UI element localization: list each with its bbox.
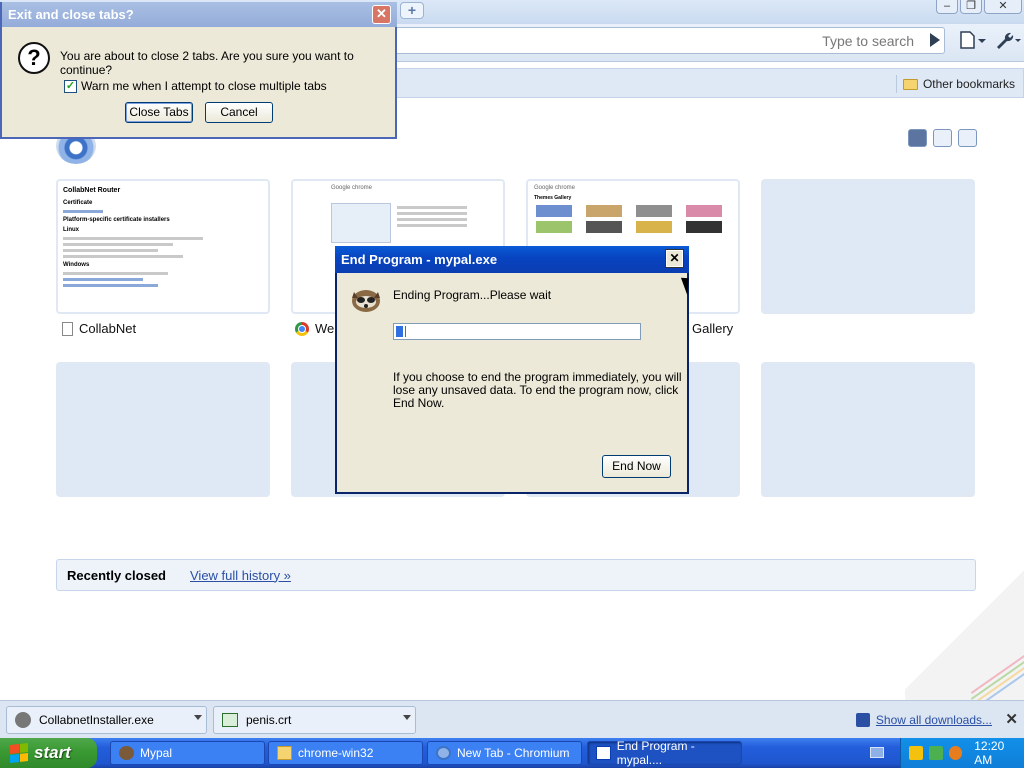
system-tray: 12:20 AM xyxy=(900,738,1024,768)
chevron-down-icon[interactable] xyxy=(194,715,202,720)
most-visited-tile-5[interactable] xyxy=(56,362,270,497)
tile-title-label: Gallery xyxy=(692,321,734,336)
end-program-dialog: End Program - mypal.exe ✕ Ending Program… xyxy=(335,246,689,494)
checkbox[interactable]: ✓ xyxy=(64,79,77,93)
task-label: New Tab - Chromium xyxy=(457,746,570,760)
folder-icon xyxy=(277,746,292,760)
warning-text: If you choose to end the program immedia… xyxy=(393,370,682,410)
warn-multiple-tabs-checkbox[interactable]: ✓ Warn me when I attempt to close multip… xyxy=(64,79,327,93)
tile-title-label: We xyxy=(315,321,335,336)
question-icon: ? xyxy=(18,42,50,74)
cancel-button[interactable]: Cancel xyxy=(205,102,273,123)
thumb-sub: Themes Gallery xyxy=(534,195,572,201)
window-icon xyxy=(596,746,611,760)
clock: 12:20 AM xyxy=(974,739,1005,767)
new-tab-button[interactable]: + xyxy=(400,2,424,19)
folder-icon xyxy=(902,78,918,90)
search-icon[interactable] xyxy=(948,746,963,760)
thumb-brand: Google chrome xyxy=(331,185,373,191)
other-bookmarks-label: Other bookmarks xyxy=(922,77,1015,91)
thumb-sub: Certificate xyxy=(63,200,93,206)
taskbar-item-chrome-win32[interactable]: chrome-win32 xyxy=(268,741,423,765)
tile-title-1[interactable]: CollabNet xyxy=(62,321,136,336)
taskbar: start Mypal chrome-win32 New Tab - Chrom… xyxy=(0,738,1024,768)
chromium-icon xyxy=(436,746,451,760)
task-label: Mypal xyxy=(140,746,173,760)
dialog-title: Exit and close tabs? xyxy=(2,2,397,27)
tile-title-label: CollabNet xyxy=(79,321,137,336)
thumb-sub: Windows xyxy=(63,262,90,268)
exe-icon xyxy=(15,712,31,728)
wrench-menu-icon[interactable] xyxy=(993,30,1023,50)
download-icon xyxy=(855,713,870,727)
tile-title-2[interactable]: We xyxy=(295,321,334,336)
page-menu-icon[interactable] xyxy=(957,30,987,50)
download-item-2[interactable]: penis.crt xyxy=(213,706,416,734)
omnibox[interactable]: Type to search xyxy=(390,27,945,54)
other-bookmarks-button[interactable]: Other bookmarks xyxy=(895,75,1015,93)
thumb-sub: Platform-specific certificate installers xyxy=(63,217,170,223)
taskbar-item-mypal[interactable]: Mypal xyxy=(110,741,265,765)
options-menu-icon[interactable] xyxy=(958,129,977,147)
progress-bar xyxy=(393,323,641,340)
progress-fill xyxy=(396,326,406,337)
end-now-button[interactable]: End Now xyxy=(602,455,671,478)
most-visited-tile-4[interactable] xyxy=(761,179,975,314)
certificate-icon xyxy=(222,713,238,727)
dialog-message: You are about to close 2 tabs. Are you s… xyxy=(60,49,354,77)
recently-closed-title: Recently closed xyxy=(67,567,166,583)
chrome-favicon-icon xyxy=(295,321,309,336)
exit-close-tabs-dialog: Exit and close tabs? ✕ ? You are about t… xyxy=(0,2,397,139)
raccoon-icon xyxy=(352,290,380,312)
close-downloads-bar-icon[interactable]: ✕ xyxy=(1005,710,1018,728)
list-view-icon[interactable] xyxy=(933,129,952,147)
most-visited-tile-8[interactable] xyxy=(761,362,975,497)
thumbnail-view-icon[interactable] xyxy=(908,129,927,147)
start-button[interactable]: start xyxy=(0,738,97,768)
downloads-bar: CollabnetInstaller.exe penis.crt Show al… xyxy=(0,700,1024,738)
keyboard-icon[interactable] xyxy=(870,747,884,758)
close-window-button[interactable]: ✕ xyxy=(984,0,1022,14)
download-filename: penis.crt xyxy=(246,713,292,727)
network-icon[interactable] xyxy=(928,746,943,760)
view-toggles xyxy=(908,129,977,147)
show-all-label: Show all downloads... xyxy=(875,713,992,727)
shield-icon[interactable] xyxy=(909,746,923,760)
omnibox-placeholder: Type to search xyxy=(822,33,914,49)
task-label: chrome-win32 xyxy=(298,746,374,760)
recently-closed-bar: Recently closed View full history » xyxy=(56,559,976,591)
task-label: End Program - mypal.... xyxy=(616,739,695,767)
taskbar-item-end-program[interactable]: End Program - mypal.... xyxy=(587,739,742,767)
start-label: start xyxy=(34,743,71,762)
close-tabs-button[interactable]: Close Tabs xyxy=(125,102,193,123)
restore-button[interactable]: ❐ xyxy=(960,0,982,14)
most-visited-tile-1[interactable]: CollabNet Router Certificate Platform-sp… xyxy=(56,179,270,314)
tile-title-3[interactable]: Gallery xyxy=(692,321,733,336)
thumb-sub: Linux xyxy=(63,227,79,233)
close-dialog-icon[interactable]: ✕ xyxy=(665,249,684,268)
dialog-title: End Program - mypal.exe xyxy=(335,246,689,273)
raccoon-icon xyxy=(119,746,134,760)
document-icon xyxy=(62,321,73,336)
thumb-brand: Google chrome xyxy=(534,185,576,191)
go-button[interactable] xyxy=(930,33,940,47)
taskbar-item-chromium[interactable]: New Tab - Chromium xyxy=(427,741,582,765)
download-item-1[interactable]: CollabnetInstaller.exe xyxy=(6,706,207,734)
checkbox-label: Warn me when I attempt to close multiple… xyxy=(81,79,327,93)
windows-logo-icon xyxy=(10,743,28,763)
download-filename: CollabnetInstaller.exe xyxy=(39,713,154,727)
status-text: Ending Program...Please wait xyxy=(393,288,552,302)
minimize-button[interactable]: ‒ xyxy=(936,0,958,14)
view-full-history-link[interactable]: View full history » xyxy=(190,568,291,583)
close-dialog-icon[interactable]: ✕ xyxy=(372,5,391,24)
thumb-heading: CollabNet Router xyxy=(63,187,121,194)
show-all-downloads-link[interactable]: Show all downloads... xyxy=(855,713,992,727)
page-curl xyxy=(905,560,1024,700)
chevron-down-icon[interactable] xyxy=(403,715,411,720)
